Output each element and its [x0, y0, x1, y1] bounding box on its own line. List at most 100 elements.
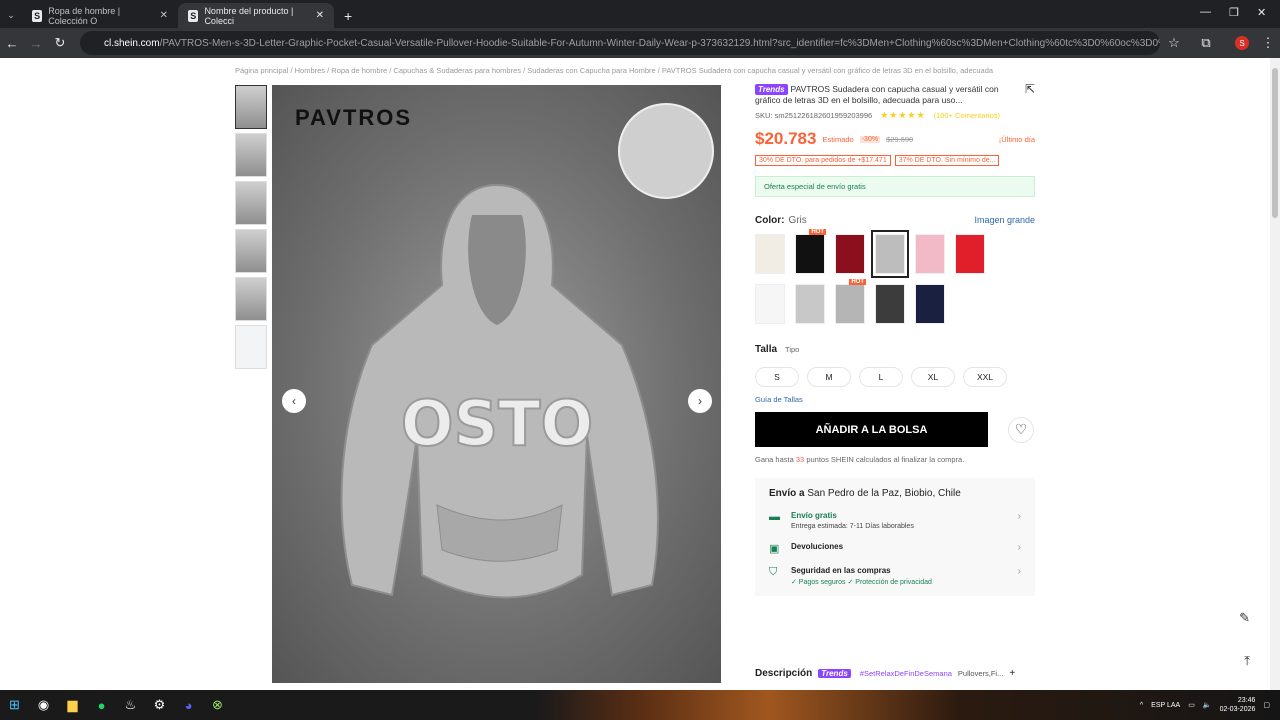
forward-icon[interactable]: →	[24, 36, 48, 51]
security-row[interactable]: ⛉ Seguridad en las compras ✓ Pagos seguros…	[769, 566, 1021, 586]
color-swatch[interactable]: HOT	[835, 279, 866, 324]
coupon[interactable]: 37% DE DTO. Sin mínimo de...	[894, 155, 1000, 166]
bookmark-star-icon[interactable]: ☆	[1162, 35, 1186, 51]
shein-favicon-icon: S	[32, 9, 43, 22]
brand-logo: PAVTROS	[295, 105, 413, 130]
tab-search-icon[interactable]: ⌄	[0, 3, 22, 28]
network-icon[interactable]: ▭	[1188, 701, 1195, 709]
back-icon[interactable]: ←	[0, 36, 24, 51]
color-swatches: HOT HOT	[755, 229, 985, 324]
chrome-icon[interactable]: ◉	[29, 690, 58, 720]
tab-strip: ⌄ S Ropa de hombre | Colección O ✕ S Nombre…	[0, 0, 1280, 28]
ship-to[interactable]: Envío a San Pedro de la Paz, Biobio, Chi…	[769, 488, 1021, 499]
color-swatch[interactable]: HOT	[795, 229, 826, 274]
address-bar-row: ← → ↻ cl.shein.com/PAVTROS-Men-s-3D-Lett…	[0, 28, 1280, 58]
size-option[interactable]: XXL	[963, 367, 1007, 387]
tray-chevron-icon[interactable]: ^	[1140, 702, 1143, 709]
chevron-right-icon: ›	[1017, 566, 1021, 577]
file-explorer-icon[interactable]: ▆	[58, 690, 87, 720]
game-app-icon[interactable]: ⚙	[145, 690, 174, 720]
add-to-bag-button[interactable]: AÑADIR A LA BOLSA	[755, 412, 988, 447]
thumbnail[interactable]	[235, 133, 267, 177]
prev-image-button[interactable]: ‹	[282, 389, 306, 413]
wishlist-heart-icon[interactable]: ♡	[1008, 416, 1034, 443]
back-to-top-icon[interactable]: ⤒	[1244, 653, 1250, 669]
color-header: Color: Gris Imagen grande	[755, 215, 1035, 226]
scrollbar-thumb[interactable]	[1272, 68, 1278, 218]
color-swatch[interactable]	[875, 284, 905, 324]
windows-taskbar: ⊞ ◉ ▆ ● ♨ ⚙ ◕ ⊗ ^ ESP LAA ▭ 🔈 23:46 02-03…	[0, 690, 1280, 720]
color-swatch[interactable]	[915, 234, 945, 274]
thumbnail-list	[235, 85, 269, 373]
product-info: Trends PAVTROS Sudadera con capucha casua…	[755, 83, 1035, 596]
page-scrollbar[interactable]	[1270, 58, 1280, 690]
coupon-list: 30% DE DTO. para pedidos de +$17.471 37%…	[755, 155, 1035, 166]
thumbnail[interactable]	[235, 277, 267, 321]
feedback-icon[interactable]: ✎	[1239, 610, 1250, 626]
color-swatch[interactable]	[755, 284, 785, 324]
rating-stars: ★★★★★	[880, 110, 926, 120]
minimize-icon[interactable]: —	[1200, 6, 1211, 18]
shein-favicon-icon: S	[188, 9, 199, 22]
hoodie-illustration: OSTO	[340, 183, 659, 599]
windows-start-icon[interactable]: ⊞	[0, 690, 29, 720]
color-swatch[interactable]	[755, 234, 785, 274]
color-swatch[interactable]	[955, 234, 985, 274]
tab-ropa-hombre[interactable]: S Ropa de hombre | Colección O ✕	[22, 3, 178, 28]
language-indicator[interactable]: ESP LAA	[1151, 702, 1180, 709]
notification-icon[interactable]: ▢	[1263, 701, 1270, 709]
browser-chrome: ⌄ S Ropa de hombre | Colección O ✕ S Nombre…	[0, 0, 1280, 58]
clock[interactable]: 23:46 02-03-2026	[1220, 696, 1256, 714]
chevron-right-icon: ›	[1017, 542, 1021, 553]
url-field[interactable]: cl.shein.com/PAVTROS-Men-s-3D-Letter-Gra…	[80, 31, 1160, 55]
profile-avatar[interactable]: S	[1235, 36, 1249, 50]
size-option[interactable]: M	[807, 367, 851, 387]
new-tab-button[interactable]: +	[334, 3, 362, 28]
spotify-icon[interactable]: ●	[87, 690, 116, 720]
next-image-button[interactable]: ›	[688, 389, 712, 413]
close-icon[interactable]: ✕	[316, 10, 324, 21]
truck-icon: ▬	[769, 511, 780, 523]
size-option[interactable]: S	[755, 367, 799, 387]
price: $20.783	[755, 129, 817, 148]
discord-icon[interactable]: ◕	[174, 690, 203, 720]
reload-icon[interactable]: ↻	[48, 35, 72, 51]
volume-icon[interactable]: 🔈	[1203, 701, 1212, 709]
chevron-right-icon: ›	[1017, 511, 1021, 522]
price-row: $20.783 Estimado -30% $29.690 ¡Último dí…	[755, 129, 1035, 148]
size-guide-link[interactable]: Guía de Tallas	[755, 395, 1035, 404]
trends-badge: Trends	[818, 669, 851, 678]
hot-badge: HOT	[809, 229, 826, 235]
extensions-icon[interactable]: ⧉	[1194, 35, 1218, 51]
thumbnail[interactable]	[235, 85, 267, 129]
thumbnail[interactable]	[235, 325, 267, 369]
tab-nombre-producto[interactable]: S Nombre del producto | Colecci ✕	[178, 3, 334, 28]
coupon[interactable]: 30% DE DTO. para pedidos de +$17.471	[755, 155, 891, 166]
size-type-dropdown[interactable]: Tipo	[785, 345, 799, 354]
maximize-icon[interactable]: ❐	[1229, 6, 1239, 19]
close-window-icon[interactable]: ✕	[1257, 6, 1266, 19]
share-icon[interactable]: ⇱	[1025, 83, 1035, 95]
close-icon[interactable]: ✕	[160, 10, 168, 21]
returns-row[interactable]: ▣ Devoluciones ›	[769, 542, 1021, 555]
free-shipping-row[interactable]: ▬ Envío gratis Entrega estimada: 7-11 Días…	[769, 511, 1021, 530]
thumbnail[interactable]	[235, 181, 267, 225]
xbox-icon[interactable]: ⊗	[203, 690, 232, 720]
size-header: Talla Tipo	[755, 344, 800, 355]
big-image-link[interactable]: Imagen grande	[974, 215, 1035, 226]
thumbnail[interactable]	[235, 229, 267, 273]
hashtag-link[interactable]: #SetRelaxDeFinDeSemana	[860, 669, 952, 678]
main-product-image[interactable]: PAVTROS OSTO ‹ ›	[272, 85, 721, 683]
size-option[interactable]: L	[859, 367, 903, 387]
breadcrumb[interactable]: Página principal / Hombres / Ropa de hom…	[235, 66, 1035, 75]
system-tray: ^ ESP LAA ▭ 🔈 23:46 02-03-2026 ▢	[1140, 690, 1270, 720]
size-option[interactable]: XL	[911, 367, 955, 387]
color-swatch[interactable]	[915, 284, 945, 324]
color-swatch-selected[interactable]	[871, 230, 909, 278]
expand-icon[interactable]: +	[1009, 668, 1015, 679]
reviews-link[interactable]: (100+ Comentarios)	[934, 111, 1001, 120]
steam-icon[interactable]: ♨	[116, 690, 145, 720]
color-swatch[interactable]	[795, 284, 825, 324]
menu-icon[interactable]: ⋮	[1256, 35, 1280, 51]
color-swatch[interactable]	[835, 234, 865, 274]
